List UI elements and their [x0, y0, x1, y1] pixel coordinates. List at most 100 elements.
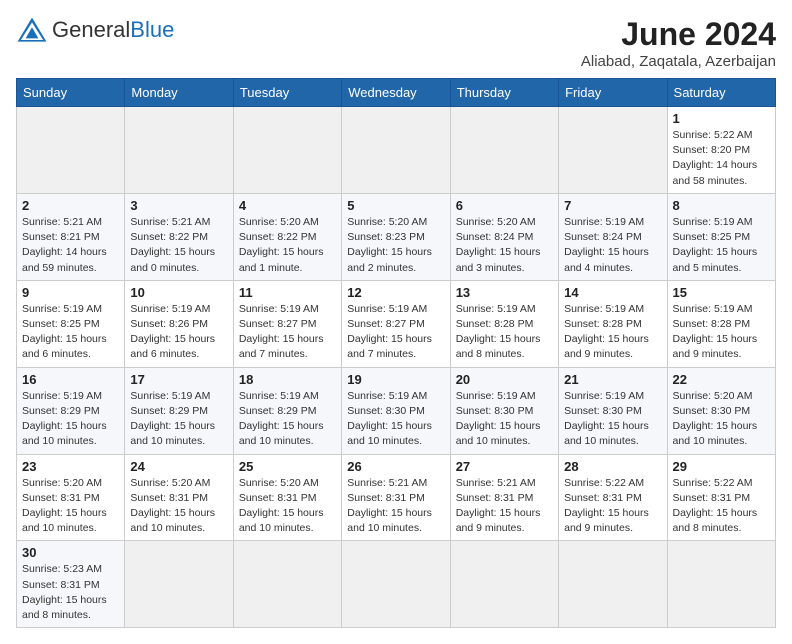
- day-info: Sunrise: 5:19 AMSunset: 8:27 PMDaylight:…: [239, 302, 336, 363]
- weekday-header-friday: Friday: [559, 79, 667, 107]
- day-info: Sunrise: 5:19 AMSunset: 8:29 PMDaylight:…: [239, 389, 336, 450]
- day-info: Sunrise: 5:19 AMSunset: 8:25 PMDaylight:…: [673, 215, 770, 276]
- day-number: 10: [130, 285, 227, 300]
- calendar-cell: 2Sunrise: 5:21 AMSunset: 8:21 PMDaylight…: [17, 193, 125, 280]
- calendar-week-row: 30Sunrise: 5:23 AMSunset: 8:31 PMDayligh…: [17, 541, 776, 628]
- calendar-cell: 7 Sunrise: 5:19 AMSunset: 8:24 PMDaylight…: [559, 193, 667, 280]
- day-number: 8: [673, 198, 770, 213]
- day-info: Sunrise: 5:21 AMSunset: 8:31 PMDaylight:…: [347, 476, 444, 537]
- day-info: Sunrise: 5:19 AMSunset: 8:25 PMDaylight:…: [22, 302, 119, 363]
- day-number: 19: [347, 372, 444, 387]
- day-number: 20: [456, 372, 553, 387]
- calendar-cell: 29 Sunrise: 5:22 AMSunset: 8:31 PMDayligh…: [667, 454, 775, 541]
- calendar-cell: 11 Sunrise: 5:19 AMSunset: 8:27 PMDayligh…: [233, 280, 341, 367]
- day-info: Sunrise: 5:19 AMSunset: 8:30 PMDaylight:…: [564, 389, 661, 450]
- calendar-cell: 4Sunrise: 5:20 AMSunset: 8:22 PMDaylight…: [233, 193, 341, 280]
- calendar-cell: 6Sunrise: 5:20 AMSunset: 8:24 PMDaylight…: [450, 193, 558, 280]
- calendar-cell: 25Sunrise: 5:20 AMSunset: 8:31 PMDayligh…: [233, 454, 341, 541]
- day-number: 9: [22, 285, 119, 300]
- day-info: Sunrise: 5:19 AMSunset: 8:26 PMDaylight:…: [130, 302, 227, 363]
- day-info: Sunrise: 5:20 AMSunset: 8:22 PMDaylight:…: [239, 215, 336, 276]
- day-info: Sunrise: 5:19 AMSunset: 8:28 PMDaylight:…: [456, 302, 553, 363]
- day-number: 7: [564, 198, 661, 213]
- calendar-cell: 28 Sunrise: 5:22 AMSunset: 8:31 PMDayligh…: [559, 454, 667, 541]
- calendar-table: SundayMondayTuesdayWednesdayThursdayFrid…: [16, 78, 776, 628]
- day-info: Sunrise: 5:19 AMSunset: 8:28 PMDaylight:…: [564, 302, 661, 363]
- day-number: 6: [456, 198, 553, 213]
- day-number: 12: [347, 285, 444, 300]
- month-year-title: June 2024: [581, 16, 776, 53]
- calendar-cell: [559, 541, 667, 628]
- calendar-cell: 27 Sunrise: 5:21 AMSunset: 8:31 PMDayligh…: [450, 454, 558, 541]
- day-info: Sunrise: 5:22 AMSunset: 8:31 PMDaylight:…: [564, 476, 661, 537]
- weekday-header-tuesday: Tuesday: [233, 79, 341, 107]
- day-number: 15: [673, 285, 770, 300]
- day-number: 26: [347, 459, 444, 474]
- calendar-cell: 1Sunrise: 5:22 AMSunset: 8:20 PMDaylight…: [667, 107, 775, 194]
- calendar-cell: [667, 541, 775, 628]
- calendar-cell: [233, 107, 341, 194]
- calendar-week-row: 9 Sunrise: 5:19 AMSunset: 8:25 PMDaylight…: [17, 280, 776, 367]
- calendar-cell: 3 Sunrise: 5:21 AMSunset: 8:22 PMDaylight…: [125, 193, 233, 280]
- calendar-week-row: 16 Sunrise: 5:19 AMSunset: 8:29 PMDayligh…: [17, 367, 776, 454]
- calendar-cell: 17Sunrise: 5:19 AMSunset: 8:29 PMDayligh…: [125, 367, 233, 454]
- logo-text: GeneralBlue: [52, 19, 174, 42]
- calendar-cell: [559, 107, 667, 194]
- day-number: 13: [456, 285, 553, 300]
- day-number: 11: [239, 285, 336, 300]
- calendar-week-row: 1Sunrise: 5:22 AMSunset: 8:20 PMDaylight…: [17, 107, 776, 194]
- day-number: 23: [22, 459, 119, 474]
- calendar-cell: 19 Sunrise: 5:19 AMSunset: 8:30 PMDayligh…: [342, 367, 450, 454]
- calendar-cell: 21 Sunrise: 5:19 AMSunset: 8:30 PMDayligh…: [559, 367, 667, 454]
- day-info: Sunrise: 5:19 AMSunset: 8:30 PMDaylight:…: [347, 389, 444, 450]
- day-info: Sunrise: 5:21 AMSunset: 8:31 PMDaylight:…: [456, 476, 553, 537]
- calendar-cell: [125, 107, 233, 194]
- day-number: 29: [673, 459, 770, 474]
- calendar-cell: 23 Sunrise: 5:20 AMSunset: 8:31 PMDayligh…: [17, 454, 125, 541]
- day-info: Sunrise: 5:19 AMSunset: 8:30 PMDaylight:…: [456, 389, 553, 450]
- calendar-week-row: 2Sunrise: 5:21 AMSunset: 8:21 PMDaylight…: [17, 193, 776, 280]
- day-number: 3: [130, 198, 227, 213]
- day-number: 16: [22, 372, 119, 387]
- day-number: 18: [239, 372, 336, 387]
- day-number: 21: [564, 372, 661, 387]
- calendar-cell: 30Sunrise: 5:23 AMSunset: 8:31 PMDayligh…: [17, 541, 125, 628]
- calendar-week-row: 23 Sunrise: 5:20 AMSunset: 8:31 PMDayligh…: [17, 454, 776, 541]
- day-number: 27: [456, 459, 553, 474]
- day-info: Sunrise: 5:22 AMSunset: 8:31 PMDaylight:…: [673, 476, 770, 537]
- calendar-cell: 16 Sunrise: 5:19 AMSunset: 8:29 PMDayligh…: [17, 367, 125, 454]
- calendar-header-row: SundayMondayTuesdayWednesdayThursdayFrid…: [17, 79, 776, 107]
- day-number: 1: [673, 111, 770, 126]
- weekday-header-saturday: Saturday: [667, 79, 775, 107]
- title-section: June 2024 Aliabad, Zaqatala, Azerbaijan: [581, 16, 776, 70]
- weekday-header-wednesday: Wednesday: [342, 79, 450, 107]
- day-info: Sunrise: 5:20 AMSunset: 8:30 PMDaylight:…: [673, 389, 770, 450]
- day-info: Sunrise: 5:19 AMSunset: 8:29 PMDaylight:…: [22, 389, 119, 450]
- calendar-cell: 9 Sunrise: 5:19 AMSunset: 8:25 PMDaylight…: [17, 280, 125, 367]
- logo-blue-text: Blue: [130, 17, 174, 42]
- calendar-cell: [342, 107, 450, 194]
- calendar-cell: 13 Sunrise: 5:19 AMSunset: 8:28 PMDayligh…: [450, 280, 558, 367]
- day-number: 17: [130, 372, 227, 387]
- day-info: Sunrise: 5:21 AMSunset: 8:21 PMDaylight:…: [22, 215, 119, 276]
- calendar-cell: 5Sunrise: 5:20 AMSunset: 8:23 PMDaylight…: [342, 193, 450, 280]
- day-info: Sunrise: 5:20 AMSunset: 8:23 PMDaylight:…: [347, 215, 444, 276]
- calendar-cell: [450, 107, 558, 194]
- calendar-cell: 15Sunrise: 5:19 AMSunset: 8:28 PMDayligh…: [667, 280, 775, 367]
- weekday-header-monday: Monday: [125, 79, 233, 107]
- day-info: Sunrise: 5:21 AMSunset: 8:22 PMDaylight:…: [130, 215, 227, 276]
- calendar-cell: 8 Sunrise: 5:19 AMSunset: 8:25 PMDaylight…: [667, 193, 775, 280]
- day-info: Sunrise: 5:19 AMSunset: 8:27 PMDaylight:…: [347, 302, 444, 363]
- calendar-cell: [450, 541, 558, 628]
- day-info: Sunrise: 5:20 AMSunset: 8:31 PMDaylight:…: [239, 476, 336, 537]
- calendar-cell: [125, 541, 233, 628]
- calendar-cell: [342, 541, 450, 628]
- calendar-cell: 10 Sunrise: 5:19 AMSunset: 8:26 PMDayligh…: [125, 280, 233, 367]
- calendar-cell: 24Sunrise: 5:20 AMSunset: 8:31 PMDayligh…: [125, 454, 233, 541]
- day-number: 28: [564, 459, 661, 474]
- day-info: Sunrise: 5:19 AMSunset: 8:24 PMDaylight:…: [564, 215, 661, 276]
- weekday-header-sunday: Sunday: [17, 79, 125, 107]
- day-info: Sunrise: 5:20 AMSunset: 8:31 PMDaylight:…: [130, 476, 227, 537]
- calendar-cell: 14Sunrise: 5:19 AMSunset: 8:28 PMDayligh…: [559, 280, 667, 367]
- day-info: Sunrise: 5:20 AMSunset: 8:31 PMDaylight:…: [22, 476, 119, 537]
